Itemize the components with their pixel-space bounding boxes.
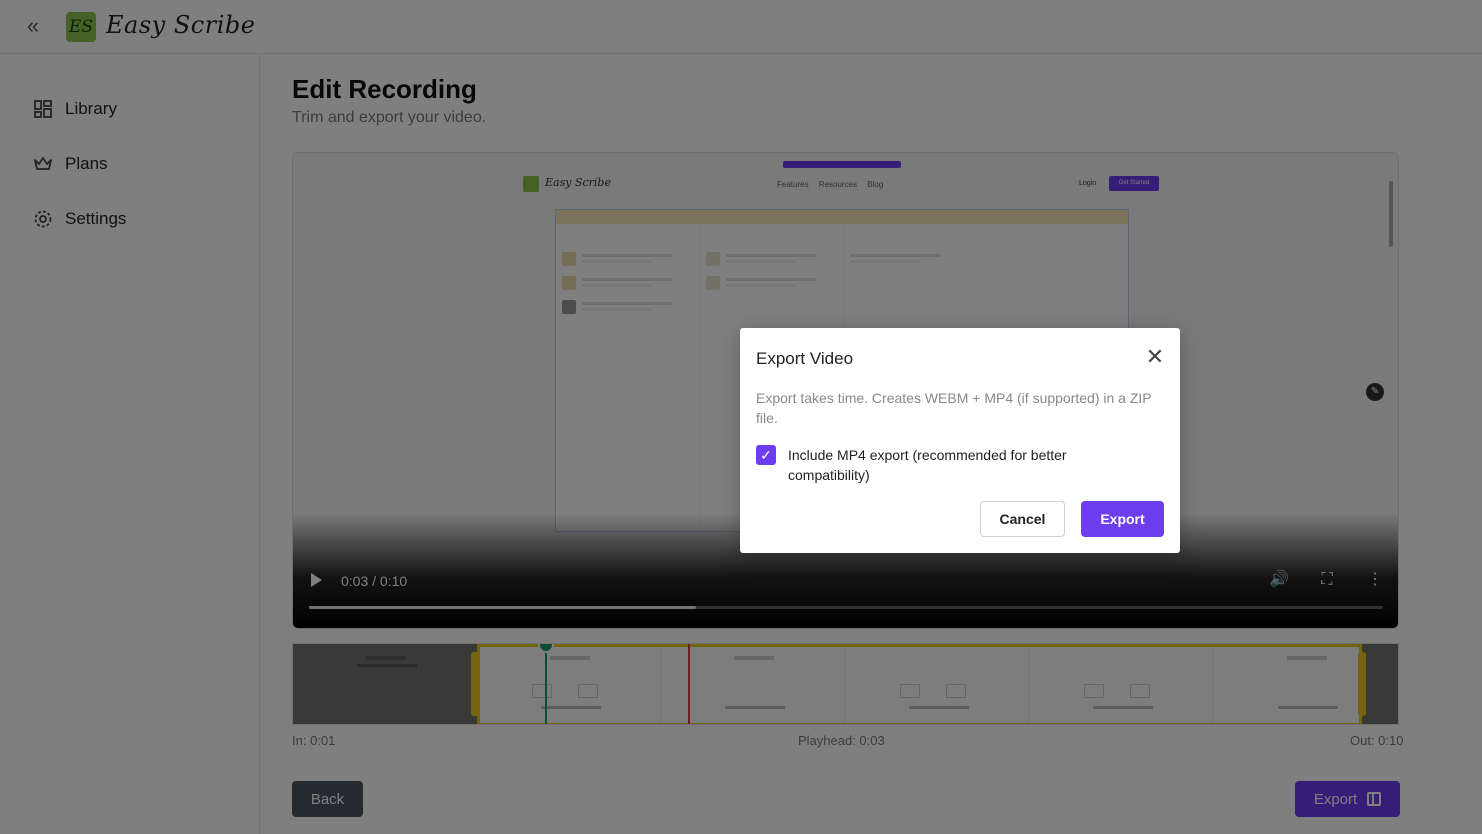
cancel-button[interactable]: Cancel — [980, 501, 1065, 537]
include-mp4-label[interactable]: Include MP4 export (recommended for bett… — [788, 445, 1148, 485]
dialog-description: Export takes time. Creates WEBM + MP4 (i… — [756, 390, 1152, 426]
dialog-title: Export Video — [756, 349, 854, 368]
export-video-dialog: Export Video ✕ Export takes time. Create… — [740, 328, 1180, 553]
close-icon[interactable]: ✕ — [1144, 346, 1166, 369]
include-mp4-checkbox[interactable]: ✓ — [756, 445, 776, 465]
dialog-export-button[interactable]: Export — [1081, 501, 1164, 537]
